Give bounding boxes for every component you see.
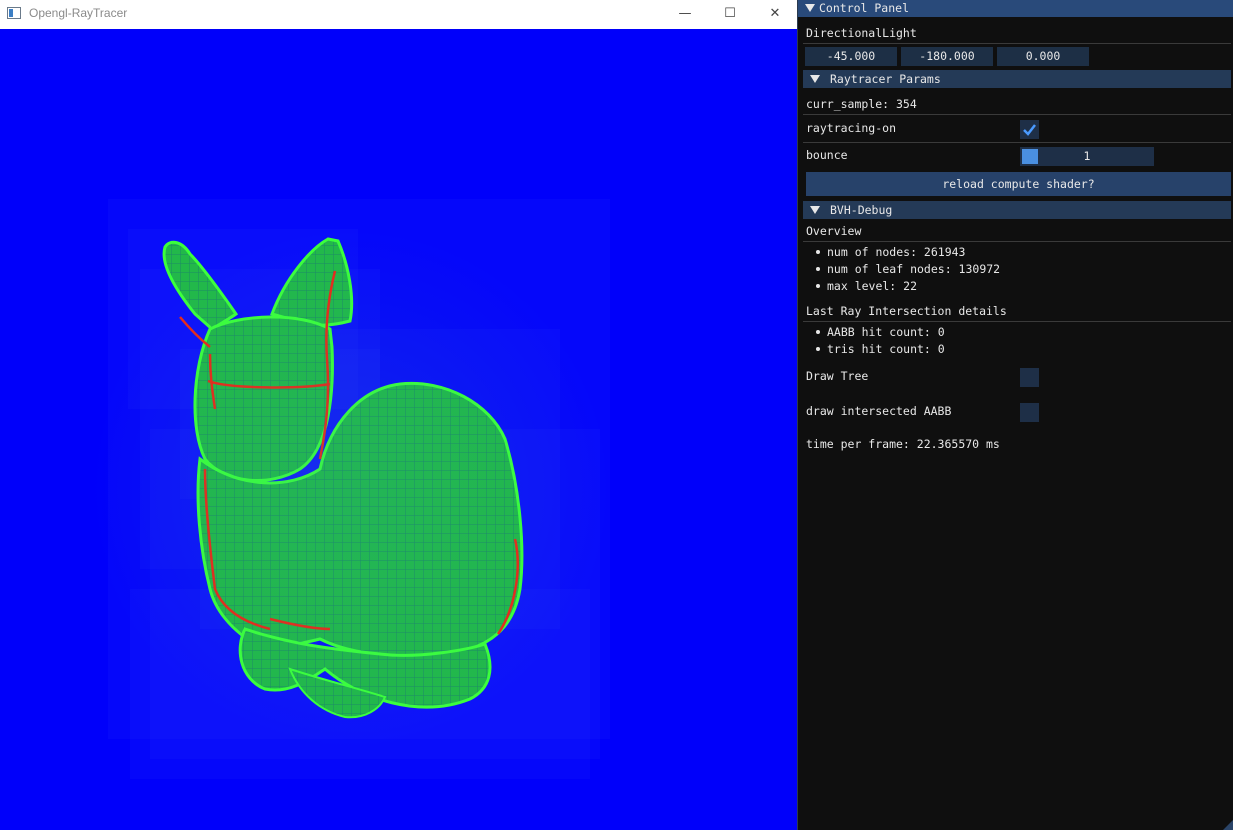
reload-compute-shader-button[interactable]: reload compute shader? xyxy=(806,172,1231,196)
title-bar[interactable]: Opengl-RayTracer — ☐ ✕ xyxy=(0,0,797,29)
raytracer-params-title: Raytracer Params xyxy=(830,72,941,86)
raytracing-on-checkbox[interactable] xyxy=(1020,120,1039,139)
light-x-input[interactable]: -45.000 xyxy=(805,47,897,66)
control-panel-title: Control Panel xyxy=(819,1,910,15)
bunny-render xyxy=(90,199,610,779)
bullet-icon xyxy=(816,284,820,288)
render-viewport[interactable] xyxy=(0,29,797,830)
bvh-debug-header[interactable]: BVH-Debug xyxy=(803,201,1231,219)
bullet-icon xyxy=(816,267,820,271)
draw-intersected-aabb-label: draw intersected AABB xyxy=(806,404,952,418)
resize-grip[interactable] xyxy=(1223,820,1233,830)
bullet-icon xyxy=(816,347,820,351)
separator xyxy=(803,43,1231,44)
bullet-icon xyxy=(816,250,820,254)
separator xyxy=(803,142,1231,143)
collapse-triangle-icon[interactable] xyxy=(805,4,815,12)
bounce-slider[interactable]: 1 xyxy=(1020,147,1154,166)
bounce-label: bounce xyxy=(806,148,848,162)
directional-light-label: DirectionalLight xyxy=(806,26,917,40)
collapse-triangle-icon xyxy=(810,75,820,83)
bounce-value: 1 xyxy=(1083,149,1091,163)
light-z-input[interactable]: 0.000 xyxy=(997,47,1089,66)
bullet-icon xyxy=(816,330,820,334)
list-item: max level: 22 xyxy=(827,279,918,293)
window-title: Opengl-RayTracer xyxy=(29,6,128,20)
draw-tree-checkbox[interactable] xyxy=(1020,368,1039,387)
app-icon xyxy=(7,7,21,19)
raytracing-on-label: raytracing-on xyxy=(806,121,897,135)
separator xyxy=(803,241,1231,242)
list-item: num of leaf nodes: 130972 xyxy=(827,262,1001,276)
list-item: num of nodes: 261943 xyxy=(827,245,966,259)
checkmark-icon xyxy=(1023,124,1036,136)
control-panel-titlebar[interactable]: Control Panel xyxy=(798,0,1233,17)
separator xyxy=(803,321,1231,322)
raytracer-params-header[interactable]: Raytracer Params xyxy=(803,70,1231,88)
maximize-button[interactable]: ☐ xyxy=(707,0,753,29)
collapse-triangle-icon xyxy=(810,206,820,214)
minimize-button[interactable]: — xyxy=(662,0,708,29)
list-item: tris hit count: 0 xyxy=(827,342,945,356)
bvh-debug-title: BVH-Debug xyxy=(830,203,893,217)
control-panel: Control Panel DirectionalLight -45.000 -… xyxy=(797,0,1233,830)
separator xyxy=(803,114,1231,115)
close-button[interactable]: ✕ xyxy=(752,0,798,29)
light-y-input[interactable]: -180.000 xyxy=(901,47,993,66)
draw-intersected-aabb-checkbox[interactable] xyxy=(1020,403,1039,422)
draw-tree-label: Draw Tree xyxy=(806,369,869,383)
app-window: Opengl-RayTracer — ☐ ✕ xyxy=(0,0,797,830)
list-item: AABB hit count: 0 xyxy=(827,325,945,339)
time-per-frame-text: time per frame: 22.365570 ms xyxy=(806,437,1000,451)
overview-label: Overview xyxy=(806,224,862,238)
intersection-label: Last Ray Intersection details xyxy=(806,304,1007,318)
curr-sample-text: curr_sample: 354 xyxy=(806,97,917,111)
